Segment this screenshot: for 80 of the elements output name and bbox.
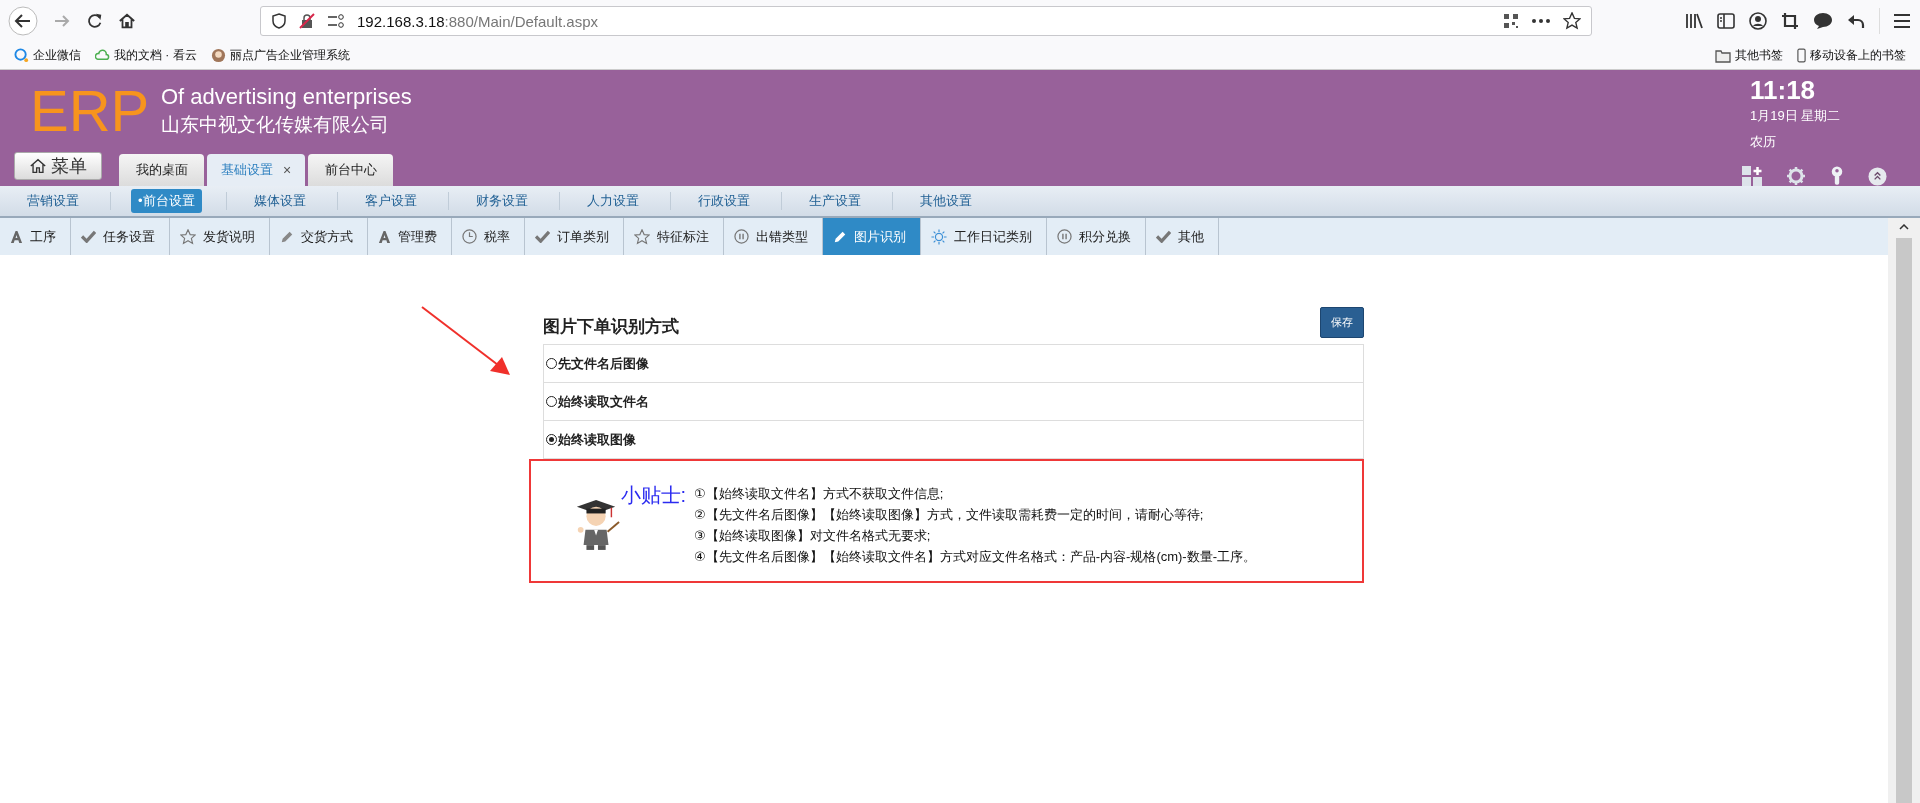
tips-label: 小贴士:	[620, 483, 687, 508]
qr-code-icon[interactable]	[1503, 13, 1519, 29]
font-icon	[10, 230, 23, 243]
sidebar-icon[interactable]	[1717, 13, 1735, 29]
reload-icon[interactable]	[86, 12, 104, 30]
more-icon[interactable]	[1531, 18, 1551, 24]
bookmark[interactable]: 我的文档 · 看云	[95, 47, 197, 64]
sub-tab[interactable]: 图片识别	[823, 218, 921, 255]
menu-button[interactable]: 菜单	[14, 152, 102, 180]
nav-item[interactable]: 生产设置	[801, 189, 868, 213]
radio-option[interactable]: 始终读取图像	[543, 420, 1363, 458]
settings-icon[interactable]	[1786, 166, 1806, 186]
phone-icon	[1797, 48, 1806, 63]
account-icon[interactable]	[1749, 12, 1767, 30]
app-title: Of advertising enterprises	[161, 84, 412, 110]
close-button[interactable]: ×	[283, 162, 292, 178]
sun-icon	[931, 228, 947, 245]
tip-text: ②【先文件名后图像】【始终读取图像】方式，文件读取需耗费一定的时间，请耐心等待;	[694, 506, 1205, 524]
nav-item[interactable]: 行政设置	[690, 189, 757, 213]
url-text: 192.168.3.18:880/Main/Default.aspx	[357, 12, 598, 30]
crop-icon[interactable]	[1781, 12, 1799, 30]
bookmark[interactable]: 其他书签	[1715, 47, 1783, 64]
home-icon[interactable]	[118, 12, 136, 30]
site-icon	[210, 48, 226, 63]
nav-item[interactable]: 客户设置	[357, 189, 424, 213]
back-icon[interactable]	[8, 6, 38, 36]
section-title: 图片下单识别方式	[542, 316, 679, 338]
logo-text: ERP	[30, 82, 151, 140]
date-text: 1月19日 星期二	[1750, 107, 1842, 125]
scroll-up-icon[interactable]	[1899, 224, 1909, 230]
add-tile-icon[interactable]	[1742, 166, 1762, 186]
scrollbar[interactable]	[1888, 218, 1920, 803]
check-icon	[81, 230, 96, 243]
company-name: 山东中视文化传媒有限公司	[161, 113, 390, 137]
pause-icon	[734, 229, 749, 244]
key-icon[interactable]	[1830, 165, 1844, 187]
tip-text: ④【先文件名后图像】【始终读取文件名】方式对应文件名格式：产品-内容-规格(cm)-数量-工序。	[694, 548, 1257, 566]
page-tab[interactable]: 我的桌面	[119, 154, 204, 186]
bookmark[interactable]: 企业微信	[14, 47, 81, 64]
menu-icon[interactable]	[1894, 14, 1910, 28]
cloud-icon	[95, 48, 110, 63]
nav-item[interactable]: 媒体设置	[246, 189, 313, 213]
pause-icon	[1057, 229, 1072, 244]
star-icon[interactable]	[1563, 12, 1581, 30]
speech-bubble-icon[interactable]	[1813, 12, 1833, 30]
star-icon	[180, 228, 196, 245]
nav-item[interactable]: 其他设置	[912, 189, 979, 213]
chat-icon	[14, 48, 29, 63]
scrollbar-thumb[interactable]	[1896, 238, 1912, 803]
nav-item[interactable]: 营销设置	[20, 189, 86, 213]
radio-option[interactable]: 先文件名后图像	[543, 345, 1363, 382]
library-icon[interactable]	[1685, 13, 1703, 29]
permissions-icon[interactable]	[327, 13, 345, 29]
bookmark[interactable]: 移动设备上的书签	[1797, 47, 1906, 64]
check-icon	[1156, 230, 1171, 243]
page-tab[interactable]: 前台中心	[308, 154, 394, 186]
collapse-icon[interactable]	[1868, 166, 1887, 186]
bookmark[interactable]: 丽点广告企业管理系统	[210, 47, 350, 64]
address-bar[interactable]: 192.168.3.18:880/Main/Default.aspx	[260, 6, 1592, 36]
radio-option[interactable]: 始终读取文件名	[543, 382, 1363, 420]
lunar-calendar-text: 农历	[1750, 133, 1777, 151]
nav-item[interactable]: •前台设置	[131, 189, 202, 213]
check-icon	[535, 230, 550, 243]
home-icon	[29, 157, 47, 175]
tip-text: ③【始终读取图像】对文件名格式无要求;	[694, 527, 932, 545]
page-tab[interactable]: 基础设置 ×	[207, 154, 306, 186]
undo-icon[interactable]	[1847, 13, 1865, 29]
clock-icon	[462, 229, 477, 244]
clock-time: 11:18	[1750, 76, 1817, 104]
pencil-icon	[280, 229, 294, 244]
nav-item[interactable]: 财务设置	[468, 189, 535, 213]
nav-item[interactable]: 人力设置	[579, 189, 646, 213]
pencil-icon	[833, 229, 847, 244]
folder-icon	[1715, 48, 1731, 63]
save-button[interactable]: 保存	[1319, 307, 1364, 338]
tip-text: ①【始终读取文件名】方式不获取文件信息;	[694, 485, 945, 503]
star-icon	[634, 228, 650, 245]
shield-icon[interactable]	[271, 13, 287, 29]
insecure-lock-icon[interactable]	[299, 13, 315, 29]
font-icon	[378, 230, 391, 243]
